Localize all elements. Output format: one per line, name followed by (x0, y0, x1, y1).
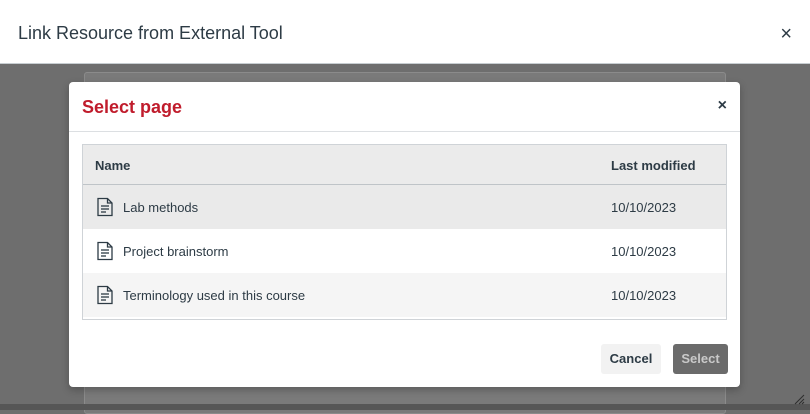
document-icon (97, 285, 113, 305)
cancel-button[interactable]: Cancel (601, 344, 661, 374)
table-header: Name Last modified (83, 145, 726, 185)
dialog-footer: Cancel Select (69, 332, 740, 387)
select-button[interactable]: Select (673, 344, 728, 374)
dialog-title: Select page (82, 97, 183, 117)
bottom-divider (0, 404, 810, 410)
close-icon[interactable]: × (718, 98, 727, 114)
table-row[interactable]: Terminology used in this course 10/10/20… (83, 273, 726, 317)
row-last-modified: 10/10/2023 (611, 244, 677, 259)
dialog-header: Select page × (69, 82, 740, 132)
table-row[interactable]: Lab methods 10/10/2023 (83, 185, 726, 229)
outer-modal-title: Link Resource from External Tool (18, 23, 283, 43)
resize-handle-icon[interactable] (793, 393, 805, 405)
row-name: Lab methods (123, 200, 199, 215)
row-last-modified: 10/10/2023 (611, 200, 677, 215)
pages-table: Name Last modified Lab methods 10/10/202… (82, 144, 727, 320)
select-page-dialog: Select page × Name Last modified Lab met… (69, 82, 740, 387)
table-row[interactable]: Project brainstorm 10/10/2023 (83, 229, 726, 273)
document-icon (97, 197, 113, 217)
row-name: Project brainstorm (123, 244, 229, 259)
outer-modal-header: Link Resource from External Tool × (0, 0, 810, 64)
outer-close-icon[interactable]: × (780, 24, 792, 44)
document-icon (97, 241, 113, 261)
row-name: Terminology used in this course (123, 288, 306, 303)
column-header-name[interactable]: Name (95, 158, 130, 173)
row-last-modified: 10/10/2023 (611, 288, 677, 303)
column-header-last-modified[interactable]: Last modified (611, 158, 696, 173)
